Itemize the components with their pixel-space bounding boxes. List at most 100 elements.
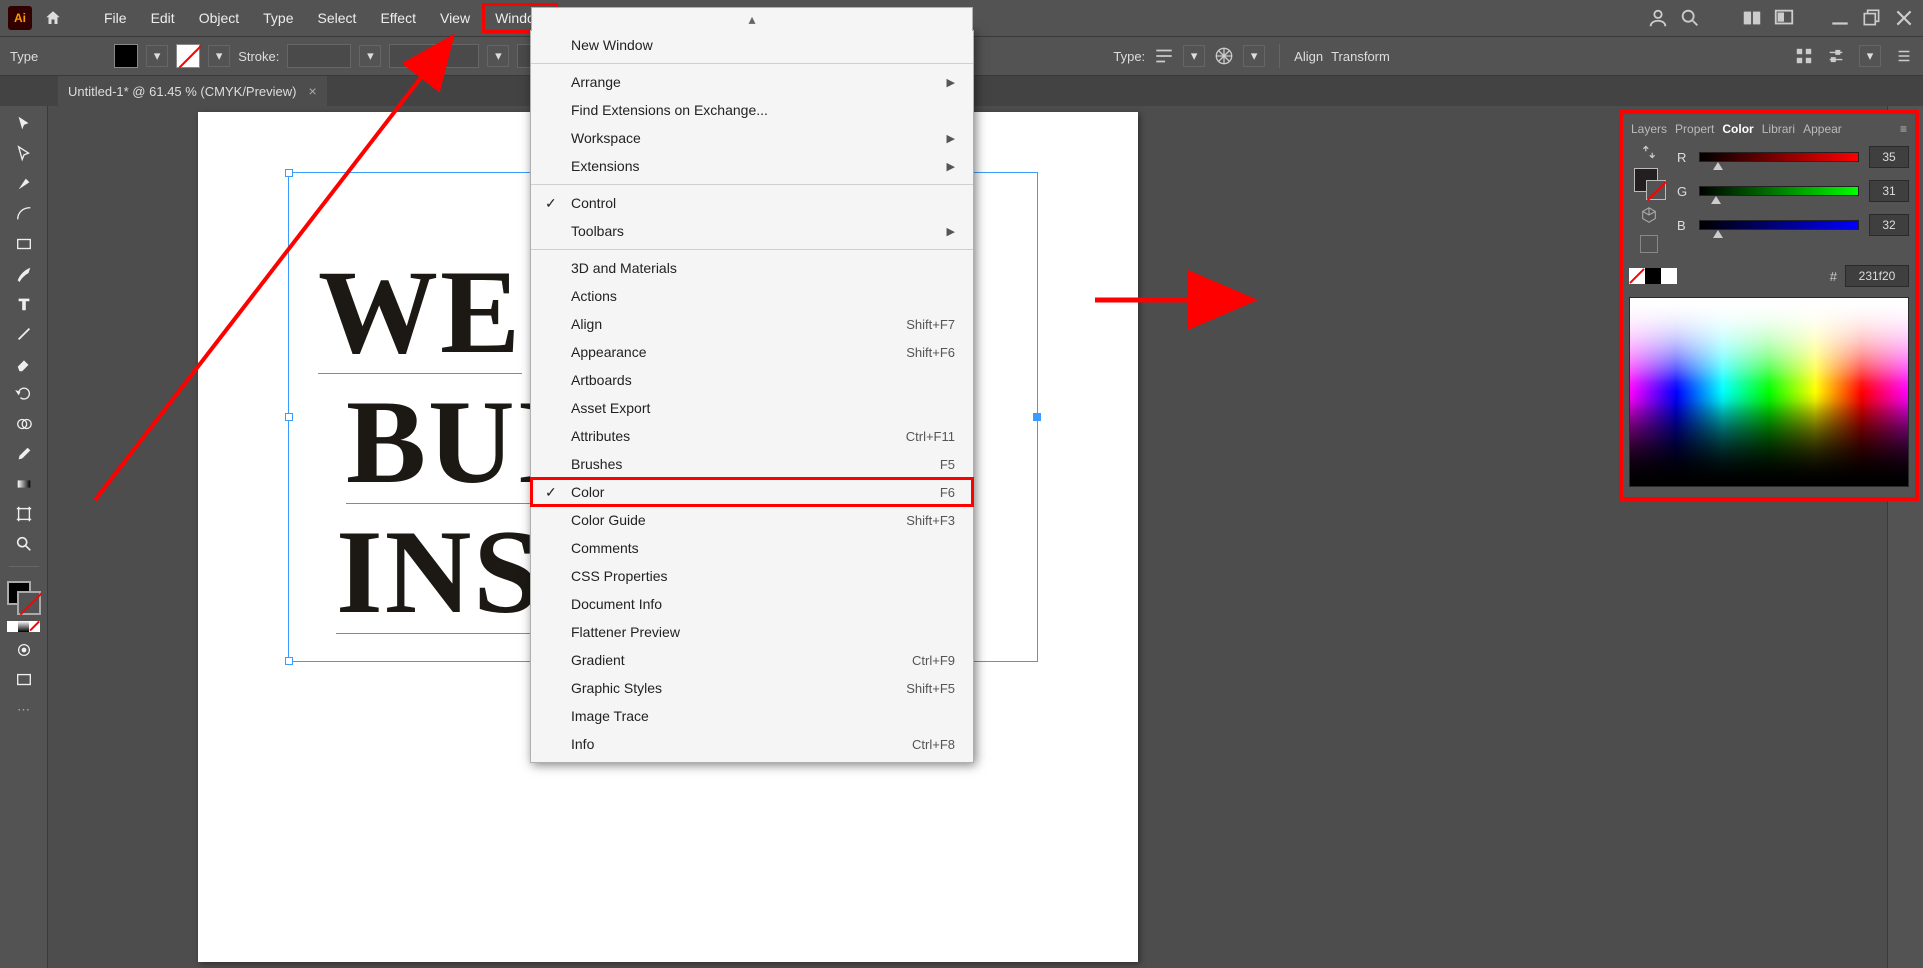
b-slider[interactable] — [1699, 220, 1859, 230]
menu-item-align[interactable]: AlignShift+F7 — [531, 310, 973, 338]
align-label[interactable]: Align — [1294, 49, 1323, 64]
eyedropper-tool[interactable] — [9, 442, 39, 466]
text-object[interactable]: WE BUI INS — [318, 252, 565, 632]
artboard-tool[interactable] — [9, 502, 39, 526]
menu-item-artboards[interactable]: Artboards — [531, 366, 973, 394]
panel-tab-layers[interactable]: Layers — [1631, 122, 1667, 136]
color-mode-row[interactable] — [7, 621, 40, 632]
minimize-icon[interactable] — [1829, 7, 1851, 29]
paragraph-icon[interactable] — [1153, 45, 1175, 67]
menu-item-attributes[interactable]: AttributesCtrl+F11 — [531, 422, 973, 450]
menu-item-new-window[interactable]: New Window — [531, 31, 973, 59]
menu-file[interactable]: File — [92, 4, 139, 32]
menu-item-css-properties[interactable]: CSS Properties — [531, 562, 973, 590]
menu-item-color-guide[interactable]: Color GuideShift+F3 — [531, 506, 973, 534]
r-slider[interactable] — [1699, 152, 1859, 162]
search-icon[interactable] — [1679, 7, 1701, 29]
fill-dropdown[interactable]: ▾ — [146, 45, 168, 67]
direct-selection-tool[interactable] — [9, 142, 39, 166]
menu-item-graphic-styles[interactable]: Graphic StylesShift+F5 — [531, 674, 973, 702]
grid-icon[interactable] — [1213, 45, 1235, 67]
menu-item-color[interactable]: ✓ColorF6 — [531, 478, 973, 506]
g-value[interactable]: 31 — [1869, 180, 1909, 202]
menu-item-3d-and-materials[interactable]: 3D and Materials — [531, 254, 973, 282]
b-value[interactable]: 32 — [1869, 214, 1909, 236]
menu-item-arrange[interactable]: Arrange▶ — [531, 68, 973, 96]
draw-mode-tool[interactable] — [9, 638, 39, 662]
rotate-tool[interactable] — [9, 382, 39, 406]
fill-swatch[interactable] — [114, 44, 138, 68]
hex-value[interactable]: 231f20 — [1845, 265, 1909, 287]
list-icon[interactable] — [1895, 47, 1913, 65]
gradient-tool[interactable] — [9, 472, 39, 496]
menu-object[interactable]: Object — [187, 4, 251, 32]
restore-icon[interactable] — [1861, 7, 1883, 29]
rectangle-tool[interactable] — [9, 232, 39, 256]
menu-type[interactable]: Type — [251, 4, 305, 32]
workspace-icon[interactable] — [1773, 7, 1795, 29]
pref-dd[interactable]: ▾ — [1859, 45, 1881, 67]
zoom-tool[interactable] — [9, 532, 39, 556]
grid-dd[interactable]: ▾ — [1243, 45, 1265, 67]
line-tool[interactable] — [9, 322, 39, 346]
paintbrush-tool[interactable] — [9, 262, 39, 286]
menu-item-asset-export[interactable]: Asset Export — [531, 394, 973, 422]
panel-tab-color[interactable]: Color — [1722, 122, 1753, 136]
none-black-white-swatches[interactable] — [1629, 268, 1677, 284]
menu-edit[interactable]: Edit — [139, 4, 187, 32]
menu-item-toolbars[interactable]: Toolbars▶ — [531, 217, 973, 245]
color-spectrum[interactable] — [1629, 297, 1909, 487]
menu-view[interactable]: View — [428, 4, 482, 32]
stroke-swatch[interactable] — [176, 44, 200, 68]
shape-builder-tool[interactable] — [9, 412, 39, 436]
panel-tab-librari[interactable]: Librari — [1762, 122, 1795, 136]
menu-item-actions[interactable]: Actions — [531, 282, 973, 310]
edit-toolbar[interactable]: ⋯ — [9, 698, 39, 722]
paragraph-dd[interactable]: ▾ — [1183, 45, 1205, 67]
home-icon[interactable] — [44, 9, 62, 27]
out-of-gamut-swatch[interactable] — [1640, 235, 1658, 253]
close-tab-icon[interactable]: × — [309, 83, 317, 99]
menu-item-info[interactable]: InfoCtrl+F8 — [531, 730, 973, 758]
stroke-weight-dd[interactable]: ▾ — [359, 45, 381, 67]
menu-item-document-info[interactable]: Document Info — [531, 590, 973, 618]
menu-select[interactable]: Select — [306, 4, 369, 32]
selection-tool[interactable] — [9, 112, 39, 136]
menu-scroll-up-icon[interactable]: ▴ — [531, 7, 973, 31]
stroke-weight-select[interactable] — [287, 44, 351, 68]
snap-icon[interactable] — [1795, 47, 1813, 65]
cube-icon[interactable] — [1640, 206, 1658, 227]
menu-item-flattener-preview[interactable]: Flattener Preview — [531, 618, 973, 646]
document-tab[interactable]: Untitled-1* @ 61.45 % (CMYK/Preview) × — [58, 76, 327, 106]
menu-item-workspace[interactable]: Workspace▶ — [531, 124, 973, 152]
arrange-docs-icon[interactable] — [1741, 7, 1763, 29]
transform-label[interactable]: Transform — [1331, 49, 1390, 64]
menu-item-brushes[interactable]: BrushesF5 — [531, 450, 973, 478]
brush-dd[interactable]: ▾ — [487, 45, 509, 67]
menu-item-gradient[interactable]: GradientCtrl+F9 — [531, 646, 973, 674]
panel-fill-stroke-swatch[interactable] — [1634, 168, 1664, 198]
screen-mode-tool[interactable] — [9, 668, 39, 692]
fill-stroke-swatch[interactable] — [7, 581, 41, 615]
user-icon[interactable] — [1647, 7, 1669, 29]
menu-item-control[interactable]: ✓Control — [531, 189, 973, 217]
close-icon[interactable] — [1893, 7, 1915, 29]
panel-tab-appear[interactable]: Appear — [1803, 122, 1842, 136]
swap-swatches-icon[interactable] — [1641, 144, 1657, 160]
g-slider[interactable] — [1699, 186, 1859, 196]
eraser-tool[interactable] — [9, 352, 39, 376]
menu-item-comments[interactable]: Comments — [531, 534, 973, 562]
menu-item-find-extensions-on-exchange-[interactable]: Find Extensions on Exchange... — [531, 96, 973, 124]
panel-tab-propert[interactable]: Propert — [1675, 122, 1714, 136]
menu-effect[interactable]: Effect — [368, 4, 428, 32]
panel-menu-icon[interactable]: ≡ — [1900, 122, 1907, 136]
menu-item-image-trace[interactable]: Image Trace — [531, 702, 973, 730]
menu-item-appearance[interactable]: AppearanceShift+F6 — [531, 338, 973, 366]
brush-select[interactable] — [389, 44, 479, 68]
r-value[interactable]: 35 — [1869, 146, 1909, 168]
type-tool[interactable] — [9, 292, 39, 316]
menu-item-extensions[interactable]: Extensions▶ — [531, 152, 973, 180]
pref-icon[interactable] — [1827, 47, 1845, 65]
pen-tool[interactable] — [9, 172, 39, 196]
curvature-tool[interactable] — [9, 202, 39, 226]
